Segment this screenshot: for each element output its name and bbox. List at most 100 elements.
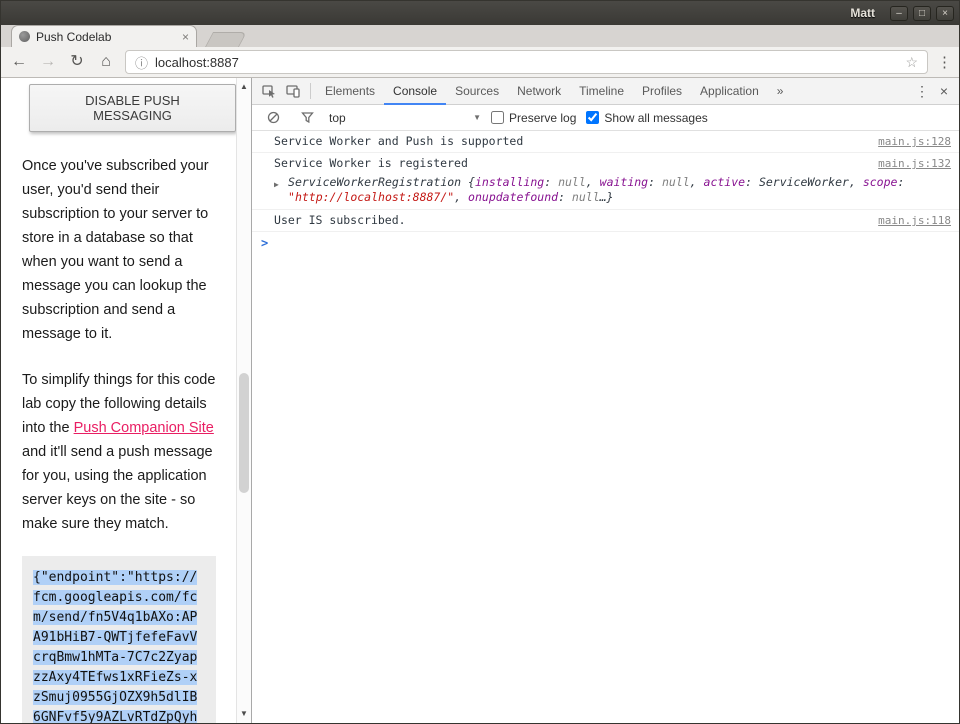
forward-icon[interactable]: →	[38, 52, 58, 72]
browser-tab[interactable]: Push Codelab ×	[11, 25, 197, 47]
devtools-close-icon[interactable]: ×	[934, 83, 954, 99]
console-object-preview-text: ServiceWorkerRegistration {installing: n…	[288, 175, 904, 204]
console-log[interactable]: main.js:128 Service Worker and Push is s…	[252, 131, 959, 723]
console-toolbar: top ▼ Preserve log Show all messages	[252, 105, 959, 131]
filter-icon[interactable]	[295, 106, 319, 130]
preview-segment: installing	[475, 175, 544, 189]
console-message-text: User IS subscribed.	[274, 213, 406, 227]
preview-segment: ,	[586, 175, 600, 189]
execution-context-value: top	[329, 111, 346, 125]
preview-segment: ,	[690, 175, 704, 189]
page-scrollbar[interactable]: ▲ ▼	[236, 78, 251, 723]
reload-icon[interactable]: ↻	[67, 52, 87, 72]
show-all-messages-checkbox[interactable]	[586, 111, 599, 124]
preview-segment: :	[544, 175, 558, 189]
source-link[interactable]: main.js:118	[878, 213, 951, 228]
source-link[interactable]: main.js:132	[878, 156, 951, 171]
subscription-code-block[interactable]: {"endpoint":"https://fcm.googleapis.com/…	[22, 556, 216, 723]
paragraph-companion-after: and it'll send a push message for you, u…	[22, 444, 213, 532]
tab-application[interactable]: Application	[691, 78, 768, 105]
device-toolbar-icon[interactable]	[281, 79, 305, 103]
console-prompt[interactable]: >	[252, 232, 959, 254]
devtools-tabbar: Elements Console Sources Network Timelin…	[252, 78, 959, 105]
console-object-preview[interactable]: ▶ ServiceWorkerRegistration {installing:…	[252, 174, 959, 209]
preview-segment: :	[745, 175, 759, 189]
scrollbar-thumb[interactable]	[239, 373, 249, 493]
tab-close-icon[interactable]: ×	[182, 31, 189, 43]
tab-timeline[interactable]: Timeline	[570, 78, 633, 105]
preview-segment: ServiceWorkerRegistration	[288, 175, 468, 189]
console-message-text: Service Worker is registered	[274, 156, 468, 170]
paragraph-subscription-info: Once you've subscribed your user, you'd …	[22, 154, 216, 346]
preview-segment: :	[648, 175, 662, 189]
bookmark-star-icon[interactable]: ☆	[905, 54, 918, 71]
subscription-json-text[interactable]: {"endpoint":"https://fcm.googleapis.com/…	[33, 570, 197, 723]
preview-segment: ,	[454, 190, 468, 204]
minimize-button[interactable]: –	[890, 6, 908, 21]
console-message[interactable]: main.js:118 User IS subscribed.	[252, 210, 959, 232]
source-link[interactable]: main.js:128	[878, 134, 951, 149]
preserve-log-checkbox[interactable]	[491, 111, 504, 124]
preview-segment: scope	[863, 175, 898, 189]
preview-segment: …}	[600, 190, 614, 204]
tab-network[interactable]: Network	[508, 78, 570, 105]
tab-strip: Push Codelab ×	[1, 25, 959, 47]
prompt-chevron-icon: >	[261, 236, 268, 250]
new-tab-button[interactable]	[205, 32, 247, 47]
console-message-group: main.js:132 Service Worker is registered…	[252, 153, 959, 210]
browser-toolbar: ← → ↻ ⌂ ⓘ localhost:8887 ☆ ⋮	[1, 47, 959, 78]
tab-title: Push Codelab	[36, 30, 176, 44]
clear-console-icon[interactable]	[261, 106, 285, 130]
preview-segment: ,	[849, 175, 863, 189]
disable-push-button[interactable]: DISABLE PUSH MESSAGING	[29, 84, 236, 132]
tab-sources[interactable]: Sources	[446, 78, 508, 105]
devtools-panel: Elements Console Sources Network Timelin…	[251, 78, 959, 723]
window-title: Matt	[850, 6, 875, 20]
scroll-down-icon[interactable]: ▼	[237, 707, 251, 721]
content-area: DISABLE PUSH MESSAGING Once you've subsc…	[1, 78, 959, 723]
chevron-down-icon: ▼	[473, 113, 481, 122]
disclosure-triangle-icon[interactable]: ▶	[274, 177, 279, 192]
show-all-messages-label: Show all messages	[604, 111, 707, 125]
browser-menu-icon[interactable]: ⋮	[937, 53, 951, 71]
web-page: DISABLE PUSH MESSAGING Once you've subsc…	[1, 78, 236, 723]
more-tabs-icon[interactable]: »	[768, 78, 793, 105]
console-message-text: Service Worker and Push is supported	[274, 134, 523, 148]
toolbar-separator	[310, 83, 311, 99]
tab-favicon-icon	[19, 31, 30, 42]
page-info-icon[interactable]: ⓘ	[135, 53, 148, 72]
preview-segment: "http://localhost:8887/"	[288, 190, 454, 204]
console-message[interactable]: main.js:132 Service Worker is registered	[252, 153, 959, 174]
push-companion-site-link[interactable]: Push Companion Site	[74, 420, 214, 436]
paragraph-companion: To simplify things for this code lab cop…	[22, 368, 216, 536]
back-icon[interactable]: ←	[9, 52, 29, 72]
tab-elements[interactable]: Elements	[316, 78, 384, 105]
home-icon[interactable]: ⌂	[96, 52, 116, 72]
inspect-element-icon[interactable]	[257, 79, 281, 103]
scroll-up-icon[interactable]: ▲	[237, 80, 251, 94]
url-text[interactable]: localhost:8887	[155, 55, 898, 70]
preview-segment: null	[572, 190, 600, 204]
preview-segment: ServiceWorker	[759, 175, 849, 189]
address-bar[interactable]: ⓘ localhost:8887 ☆	[125, 50, 928, 74]
tab-console[interactable]: Console	[384, 78, 446, 105]
browser-window: Matt – □ × Push Codelab × ← → ↻ ⌂ ⓘ loca…	[0, 0, 960, 724]
preserve-log-group: Preserve log	[491, 111, 576, 125]
tab-profiles[interactable]: Profiles	[633, 78, 691, 105]
window-titlebar: Matt – □ ×	[1, 1, 959, 25]
preview-segment: :	[558, 190, 572, 204]
show-all-messages-group: Show all messages	[586, 111, 707, 125]
maximize-button[interactable]: □	[913, 6, 931, 21]
preview-segment: :	[897, 175, 904, 189]
execution-context-select[interactable]: top ▼	[329, 111, 481, 125]
preview-segment: null	[662, 175, 690, 189]
preview-segment: onupdatefound	[468, 190, 558, 204]
console-message[interactable]: main.js:128 Service Worker and Push is s…	[252, 131, 959, 153]
preview-segment: {	[468, 175, 475, 189]
preview-segment: null	[558, 175, 586, 189]
close-button[interactable]: ×	[936, 6, 954, 21]
preserve-log-label: Preserve log	[509, 111, 576, 125]
devtools-menu-icon[interactable]: ⋮	[912, 83, 932, 100]
preview-segment: active	[704, 175, 746, 189]
preview-segment: waiting	[600, 175, 648, 189]
